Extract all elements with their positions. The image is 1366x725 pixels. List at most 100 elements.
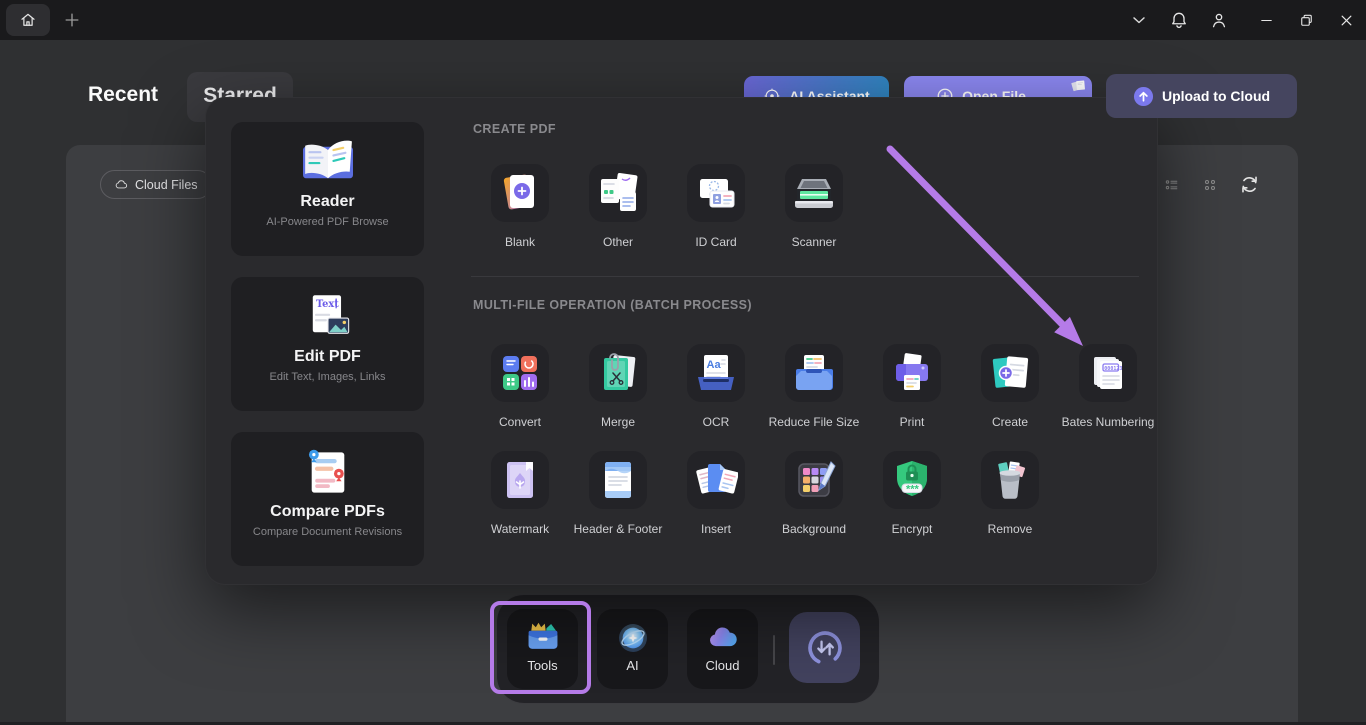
convert-cycle-icon bbox=[802, 625, 848, 671]
feature-cards: Reader AI-Powered PDF Browse Text Edit PDF E… bbox=[231, 122, 424, 566]
tool-label: Other bbox=[603, 235, 633, 249]
tool-blank[interactable]: Blank bbox=[471, 164, 569, 271]
popup-right-column: CREATE PDF Blank Other ID Card Scanner MULT… bbox=[471, 98, 1161, 584]
tool-watermark[interactable]: Watermark bbox=[471, 451, 569, 558]
other-icon bbox=[589, 164, 647, 222]
refresh-icon[interactable] bbox=[1238, 173, 1261, 196]
feature-card-reader[interactable]: Reader AI-Powered PDF Browse bbox=[231, 122, 424, 256]
feature-subtitle: Compare Document Revisions bbox=[231, 526, 424, 538]
tool-background[interactable]: Background bbox=[765, 451, 863, 558]
cloud-dock-icon bbox=[705, 619, 741, 657]
minimize-button[interactable] bbox=[1246, 0, 1286, 40]
dock-divider bbox=[773, 635, 775, 665]
tool-insert[interactable]: Insert bbox=[667, 451, 765, 558]
feature-card-compare-pdfs[interactable]: Compare PDFs Compare Document Revisions bbox=[231, 432, 424, 566]
grid-view-icon[interactable] bbox=[1200, 176, 1220, 194]
create-pdf-heading: CREATE PDF bbox=[473, 122, 556, 136]
tool-label: Watermark bbox=[491, 522, 549, 536]
tool-label: Print bbox=[900, 415, 925, 429]
tool-label: Create bbox=[992, 415, 1028, 429]
dock-ai[interactable]: AI bbox=[597, 609, 668, 689]
tool-label: Bates Numbering bbox=[1062, 415, 1155, 429]
documents-graphic-icon bbox=[1070, 76, 1088, 94]
insert-icon bbox=[687, 451, 745, 509]
titlebar bbox=[0, 0, 1366, 40]
home-icon bbox=[19, 11, 37, 29]
tool-other[interactable]: Other bbox=[569, 164, 667, 271]
tool-remove[interactable]: Remove bbox=[961, 451, 1059, 558]
batch-process-grid: Convert Merge Aa OCR Reduce File Size Print Cr… bbox=[471, 344, 1161, 558]
upload-to-cloud-button[interactable]: Upload to Cloud bbox=[1106, 74, 1297, 118]
close-button[interactable] bbox=[1326, 0, 1366, 40]
watermark-icon bbox=[491, 451, 549, 509]
cloud-files-label: Cloud Files bbox=[135, 178, 198, 192]
convert-action-button[interactable] bbox=[789, 612, 860, 683]
tool-label: Background bbox=[782, 522, 846, 536]
ocr-icon: Aa bbox=[687, 344, 745, 402]
id-card-icon bbox=[687, 164, 745, 222]
blank-icon bbox=[491, 164, 549, 222]
tool-header-footer[interactable]: Header & Footer bbox=[569, 451, 667, 558]
list-view-icon[interactable] bbox=[1162, 176, 1182, 194]
new-tab-button[interactable] bbox=[62, 10, 82, 30]
feature-subtitle: AI-Powered PDF Browse bbox=[231, 216, 424, 228]
tool-label: Convert bbox=[499, 415, 541, 429]
tools-popup: Reader AI-Powered PDF Browse Text Edit PDF E… bbox=[205, 97, 1158, 585]
svg-text:***: *** bbox=[906, 484, 920, 496]
home-tab[interactable] bbox=[6, 4, 50, 36]
reader-book-icon bbox=[231, 136, 424, 188]
compare-pdfs-icon bbox=[231, 446, 424, 498]
section-divider bbox=[471, 276, 1139, 277]
feature-subtitle: Edit Text, Images, Links bbox=[231, 371, 424, 383]
restore-button[interactable] bbox=[1286, 0, 1326, 40]
user-icon[interactable] bbox=[1209, 10, 1229, 30]
app-window: Recent Starred AI Assistant Open File Up… bbox=[0, 0, 1366, 725]
tool-merge[interactable]: Merge bbox=[569, 344, 667, 451]
tool-print[interactable]: Print bbox=[863, 344, 961, 451]
tool-label: OCR bbox=[703, 415, 730, 429]
create-icon bbox=[981, 344, 1039, 402]
dock-label: Cloud bbox=[706, 658, 740, 673]
svg-text:000123: 000123 bbox=[1104, 366, 1122, 372]
upload-to-cloud-label: Upload to Cloud bbox=[1162, 88, 1270, 104]
dock-cloud[interactable]: Cloud bbox=[687, 609, 758, 689]
upload-circle-icon bbox=[1133, 86, 1154, 107]
bell-icon[interactable] bbox=[1169, 10, 1189, 30]
tool-label: Scanner bbox=[792, 235, 837, 249]
print-icon bbox=[883, 344, 941, 402]
tool-reduce-file-size[interactable]: Reduce File Size bbox=[765, 344, 863, 451]
tool-label: Merge bbox=[601, 415, 635, 429]
minimize-icon bbox=[1257, 11, 1276, 30]
feature-title: Reader bbox=[231, 193, 424, 211]
tool-label: ID Card bbox=[695, 235, 736, 249]
tool-scanner[interactable]: Scanner bbox=[765, 164, 863, 271]
tab-recent[interactable]: Recent bbox=[88, 83, 158, 107]
batch-process-heading: MULTI-FILE OPERATION (BATCH PROCESS) bbox=[473, 298, 752, 312]
dock-label: AI bbox=[626, 658, 638, 673]
cloud-files-button[interactable]: Cloud Files bbox=[100, 170, 212, 199]
svg-text:Aa: Aa bbox=[707, 359, 722, 371]
bates-numbering-icon: 000123 bbox=[1079, 344, 1137, 402]
tool-label: Remove bbox=[988, 522, 1033, 536]
tool-create[interactable]: Create bbox=[961, 344, 1059, 451]
tool-label: Blank bbox=[505, 235, 535, 249]
tool-id-card[interactable]: ID Card bbox=[667, 164, 765, 271]
convert-icon bbox=[491, 344, 549, 402]
tool-ocr[interactable]: Aa OCR bbox=[667, 344, 765, 451]
edit-pdf-icon: Text bbox=[231, 291, 424, 343]
tool-encrypt[interactable]: *** Encrypt bbox=[863, 451, 961, 558]
background-icon bbox=[785, 451, 843, 509]
tool-bates-numbering[interactable]: 000123 Bates Numbering bbox=[1059, 344, 1157, 451]
scanner-icon bbox=[785, 164, 843, 222]
tool-label: Insert bbox=[701, 522, 731, 536]
feature-title: Compare PDFs bbox=[231, 503, 424, 521]
merge-icon bbox=[589, 344, 647, 402]
tool-convert[interactable]: Convert bbox=[471, 344, 569, 451]
chevron-down-icon[interactable] bbox=[1129, 10, 1149, 30]
feature-title: Edit PDF bbox=[231, 348, 424, 366]
encrypt-icon: *** bbox=[883, 451, 941, 509]
tool-label: Encrypt bbox=[892, 522, 933, 536]
tool-label: Reduce File Size bbox=[769, 415, 860, 429]
feature-card-edit-pdf[interactable]: Text Edit PDF Edit Text, Images, Links bbox=[231, 277, 424, 411]
restore-icon bbox=[1297, 11, 1316, 30]
